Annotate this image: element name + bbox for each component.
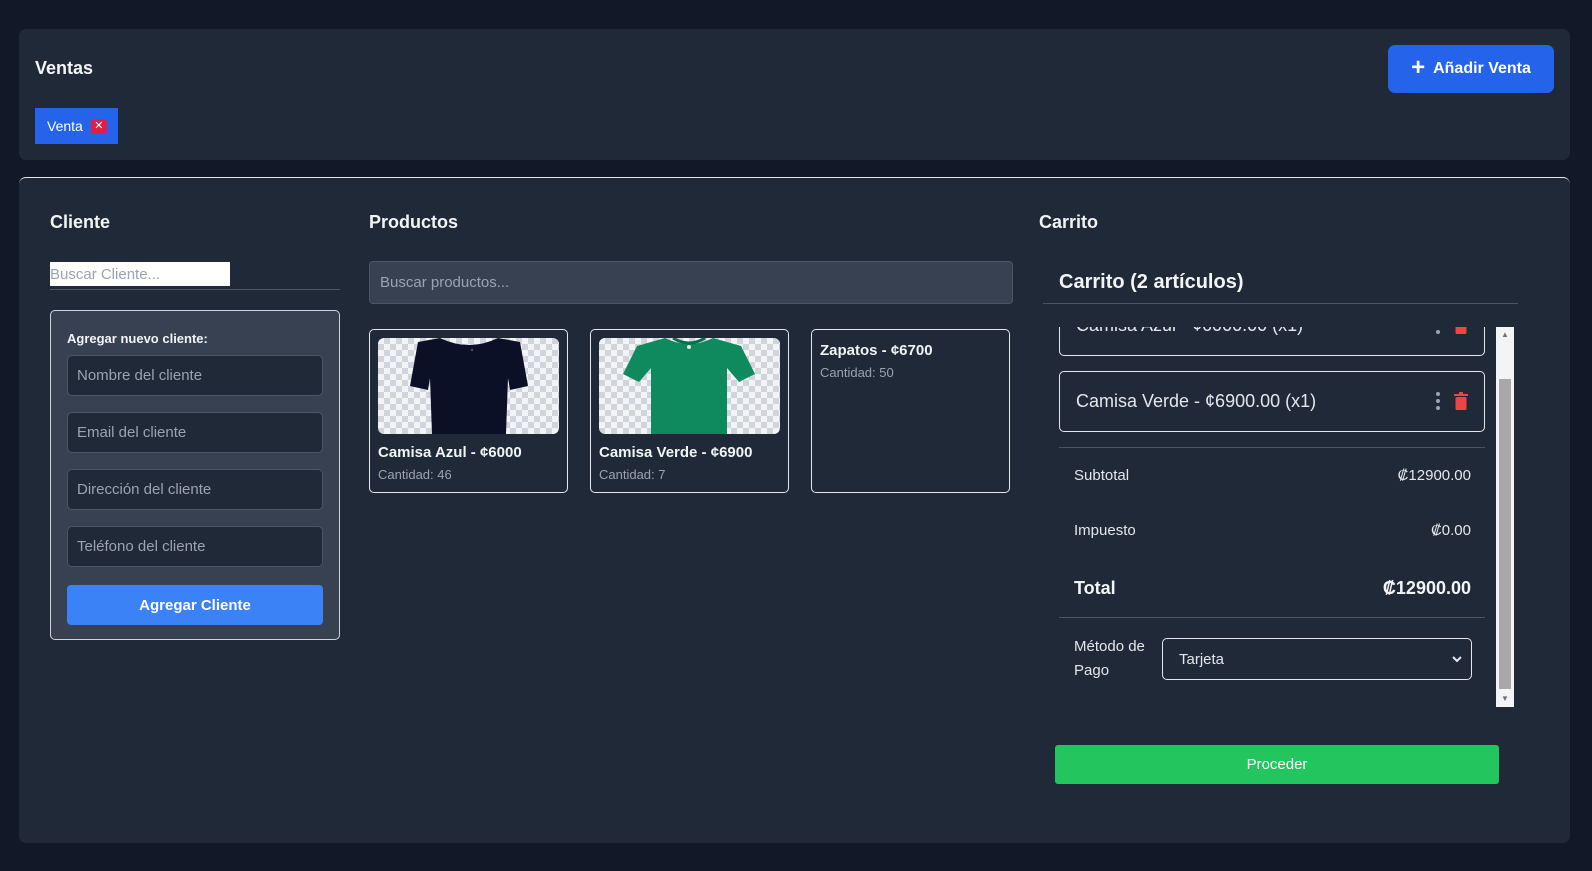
product-image [378, 338, 559, 434]
product-quantity: Cantidad: 7 [599, 467, 666, 482]
total-value: ₡12900.00 [1382, 578, 1471, 598]
shirt-image [623, 338, 755, 434]
sale-main-panel: Cliente Agregar nuevo cliente: Agregar C… [19, 177, 1570, 843]
cart-section-title: Carrito [1039, 212, 1099, 232]
tax-value: ₡0.00 [1430, 522, 1471, 539]
trash-icon[interactable] [1454, 327, 1468, 334]
cart-item: Camisa Azul - ¢6000.00 (x1) [1059, 327, 1485, 356]
chevron-down-icon [1452, 656, 1462, 663]
product-name: Camisa Verde - ¢6900 [599, 444, 753, 461]
new-client-label: Agregar nuevo cliente: [67, 331, 208, 346]
scroll-thumb[interactable] [1499, 379, 1511, 689]
plus-icon: + [1411, 54, 1426, 81]
product-name: Camisa Azul - ¢6000 [378, 444, 522, 461]
product-card-zapatos[interactable]: Zapatos - ¢6700 Cantidad: 50 [811, 329, 1010, 493]
sale-tab-label: Venta [47, 118, 83, 134]
client-search-input[interactable] [50, 262, 230, 286]
product-quantity: Cantidad: 50 [820, 365, 894, 380]
tax-label: Impuesto [1074, 522, 1136, 539]
scroll-down-arrow[interactable]: ▼ [1496, 691, 1514, 707]
cart-scroll-area[interactable]: Camisa Azul - ¢6000.00 (x1) Camisa Verde… [1043, 327, 1519, 709]
payment-method-label: Método de Pago [1074, 638, 1145, 679]
divider [1043, 303, 1518, 304]
shirt-image [410, 338, 528, 434]
payment-method-value: Tarjeta [1179, 650, 1225, 668]
divider [50, 289, 340, 290]
divider [1059, 617, 1485, 618]
add-sale-button[interactable]: + Añadir Venta [1388, 45, 1554, 93]
client-section-title: Cliente [50, 212, 111, 232]
add-sale-label: Añadir Venta [1433, 60, 1531, 77]
total-label: Total [1074, 578, 1116, 598]
client-address-field[interactable] [67, 469, 323, 510]
product-quantity: Cantidad: 46 [378, 467, 452, 482]
product-card-camisa-verde[interactable]: Camisa Verde - ¢6900 Cantidad: 7 [590, 329, 789, 493]
close-icon[interactable]: ✕ [90, 118, 107, 134]
client-email-field[interactable] [67, 412, 323, 453]
sale-tab[interactable]: Venta ✕ [35, 108, 118, 144]
new-client-form: Agregar nuevo cliente: Agregar Cliente [50, 310, 340, 640]
cart-item-text: Camisa Azul - ¢6000.00 (x1) [1076, 327, 1303, 336]
add-client-button[interactable]: Agregar Cliente [67, 585, 323, 625]
client-name-field[interactable] [67, 355, 323, 396]
page-title: Ventas [35, 58, 94, 78]
product-image [599, 338, 780, 434]
product-search-input[interactable] [369, 261, 1013, 304]
payment-method-select[interactable]: Tarjeta [1162, 638, 1472, 680]
divider [1059, 447, 1485, 448]
scroll-up-arrow[interactable]: ▲ [1496, 327, 1514, 343]
cart-scrollbar[interactable]: ▲ ▼ [1496, 327, 1514, 707]
kebab-menu-icon[interactable] [1435, 327, 1441, 334]
sales-header-panel: Ventas + Añadir Venta Venta ✕ [19, 29, 1570, 160]
cart-item: Camisa Verde - ¢6900.00 (x1) [1059, 371, 1485, 432]
cart-header: Carrito (2 artículos) [1059, 271, 1244, 293]
trash-icon[interactable] [1454, 392, 1468, 410]
product-card-camisa-azul[interactable]: Camisa Azul - ¢6000 Cantidad: 46 [369, 329, 568, 493]
subtotal-label: Subtotal [1074, 467, 1130, 484]
client-phone-field[interactable] [67, 526, 323, 567]
product-name: Zapatos - ¢6700 [820, 342, 933, 359]
subtotal-value: ₡12900.00 [1397, 467, 1471, 484]
kebab-menu-icon[interactable] [1435, 392, 1441, 410]
proceed-button[interactable]: Proceder [1055, 745, 1499, 784]
cart-item-text: Camisa Verde - ¢6900.00 (x1) [1076, 391, 1317, 411]
products-section-title: Productos [369, 212, 459, 232]
